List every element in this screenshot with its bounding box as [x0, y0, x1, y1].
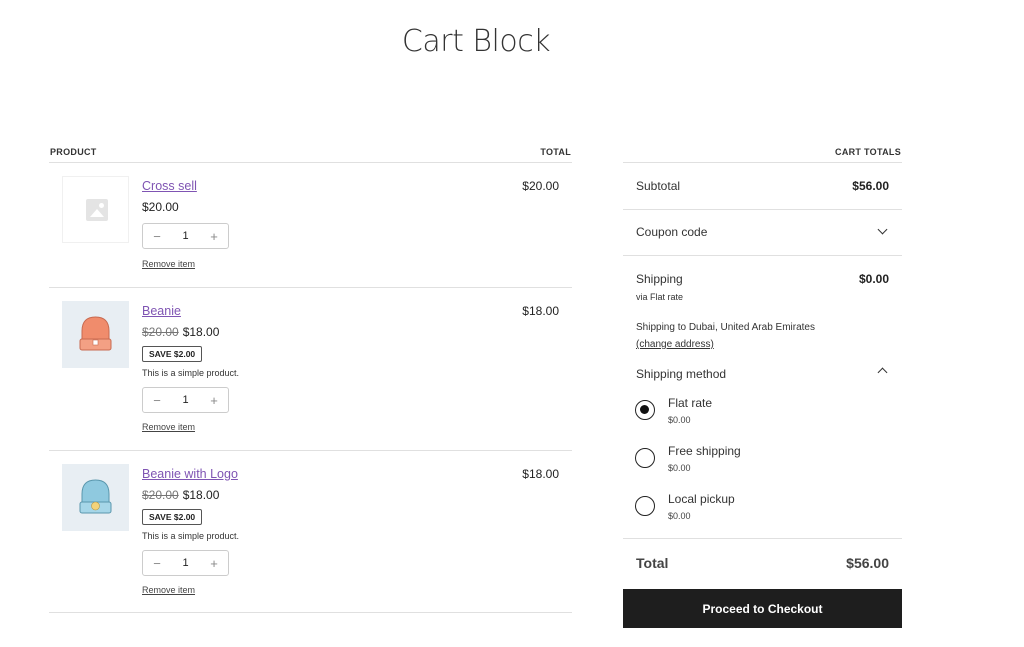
- current-price: $20.00: [142, 200, 179, 214]
- remove-item-link[interactable]: Remove item: [142, 585, 195, 595]
- product-column-header: PRODUCT: [50, 147, 97, 157]
- shipping-option-label[interactable]: Local pickup: [668, 492, 735, 506]
- shipping-section: Shipping $0.00 via Flat rate Shipping to…: [623, 256, 902, 539]
- radio-unselected-icon[interactable]: [635, 448, 655, 468]
- shipping-option-price: $0.00: [668, 415, 691, 425]
- remove-item-link[interactable]: Remove item: [142, 259, 195, 269]
- subtotal-value: $56.00: [852, 179, 889, 193]
- increase-quantity-button[interactable]: +: [208, 229, 220, 244]
- save-badge: SAVE $2.00: [142, 346, 203, 362]
- table-header: PRODUCT TOTAL: [49, 144, 572, 163]
- quantity-stepper[interactable]: − 1 +: [142, 550, 229, 576]
- sale-price: $18.00: [182, 488, 220, 502]
- coupon-label[interactable]: Coupon code: [636, 225, 707, 239]
- shipping-method-toggle[interactable]: Shipping method: [636, 367, 726, 381]
- cart-item-row: Cross sell $20.00 − 1 + Remove item $20.…: [49, 163, 572, 288]
- product-name-link[interactable]: Beanie: [142, 304, 181, 318]
- shipping-option-price: $0.00: [668, 511, 691, 521]
- product-name-link[interactable]: Cross sell: [142, 179, 197, 193]
- cart-totals-panel: CART TOTALS Subtotal $56.00 Coupon code …: [623, 144, 902, 589]
- shipping-option-label[interactable]: Free shipping: [668, 444, 741, 458]
- decrease-quantity-button[interactable]: −: [151, 556, 163, 571]
- total-label: Total: [636, 555, 669, 571]
- coupon-toggle[interactable]: Coupon code: [623, 210, 902, 256]
- save-badge: SAVE $2.00: [142, 509, 203, 525]
- shipping-option-label[interactable]: Flat rate: [668, 396, 712, 410]
- quantity-stepper[interactable]: − 1 +: [142, 223, 229, 249]
- cart-totals-heading: CART TOTALS: [835, 147, 901, 157]
- placeholder-image-icon[interactable]: [62, 176, 129, 243]
- increase-quantity-button[interactable]: +: [208, 393, 220, 408]
- total-value: $56.00: [846, 555, 889, 571]
- total-column-header: TOTAL: [540, 147, 571, 157]
- decrease-quantity-button[interactable]: −: [151, 229, 163, 244]
- blue-beanie-image[interactable]: [62, 464, 129, 531]
- shipping-option-price: $0.00: [668, 463, 691, 473]
- subtotal-label: Subtotal: [636, 179, 681, 193]
- shipping-destination: Shipping to Dubai, United Arab Emirates: [636, 322, 815, 333]
- shipping-label: Shipping: [636, 272, 683, 286]
- product-price: $20.00 $18.00: [142, 325, 219, 339]
- product-description: This is a simple product.: [142, 368, 240, 378]
- line-total: $18.00: [522, 467, 559, 481]
- product-description: This is a simple product.: [142, 531, 240, 541]
- cart-totals-header: CART TOTALS: [623, 144, 902, 163]
- chevron-up-icon[interactable]: [877, 367, 888, 378]
- decrease-quantity-button[interactable]: −: [151, 393, 163, 408]
- subtotal-row: Subtotal $56.00: [623, 163, 902, 210]
- proceed-to-checkout-button[interactable]: Proceed to Checkout: [623, 589, 902, 628]
- quantity-value[interactable]: 1: [182, 230, 188, 242]
- cart-items-table: PRODUCT TOTAL Cross sell $20.00 − 1 + Re…: [49, 144, 572, 613]
- page-title: Cart Block: [401, 24, 551, 59]
- increase-quantity-button[interactable]: +: [208, 556, 220, 571]
- shipping-option-flat-rate[interactable]: Flat rate $0.00: [635, 396, 885, 432]
- quantity-value[interactable]: 1: [182, 557, 188, 569]
- remove-item-link[interactable]: Remove item: [142, 422, 195, 432]
- cart-item-row: Beanie with Logo $20.00 $18.00 SAVE $2.00…: [49, 451, 572, 613]
- product-price: $20.00 $18.00: [142, 488, 219, 502]
- quantity-value[interactable]: 1: [182, 394, 188, 406]
- original-price: $20.00: [142, 325, 179, 339]
- change-address-link[interactable]: (change address): [636, 339, 714, 350]
- radio-unselected-icon[interactable]: [635, 496, 655, 516]
- radio-selected-icon[interactable]: [635, 400, 655, 420]
- quantity-stepper[interactable]: − 1 +: [142, 387, 229, 413]
- sale-price: $18.00: [182, 325, 220, 339]
- shipping-via: via Flat rate: [636, 292, 684, 302]
- cart-item-row: Beanie $20.00 $18.00 SAVE $2.00 This is a…: [49, 288, 572, 451]
- line-total: $20.00: [522, 179, 559, 193]
- order-total-row: Total $56.00: [623, 539, 902, 589]
- shipping-option-local-pickup[interactable]: Local pickup $0.00: [635, 492, 885, 528]
- orange-beanie-image[interactable]: [62, 301, 129, 368]
- shipping-option-free-shipping[interactable]: Free shipping $0.00: [635, 444, 885, 480]
- chevron-down-icon[interactable]: [877, 224, 888, 235]
- product-name-link[interactable]: Beanie with Logo: [142, 467, 238, 481]
- line-total: $18.00: [522, 304, 559, 318]
- shipping-value: $0.00: [858, 272, 889, 286]
- product-price: $20.00: [142, 200, 179, 214]
- original-price: $20.00: [142, 488, 179, 502]
